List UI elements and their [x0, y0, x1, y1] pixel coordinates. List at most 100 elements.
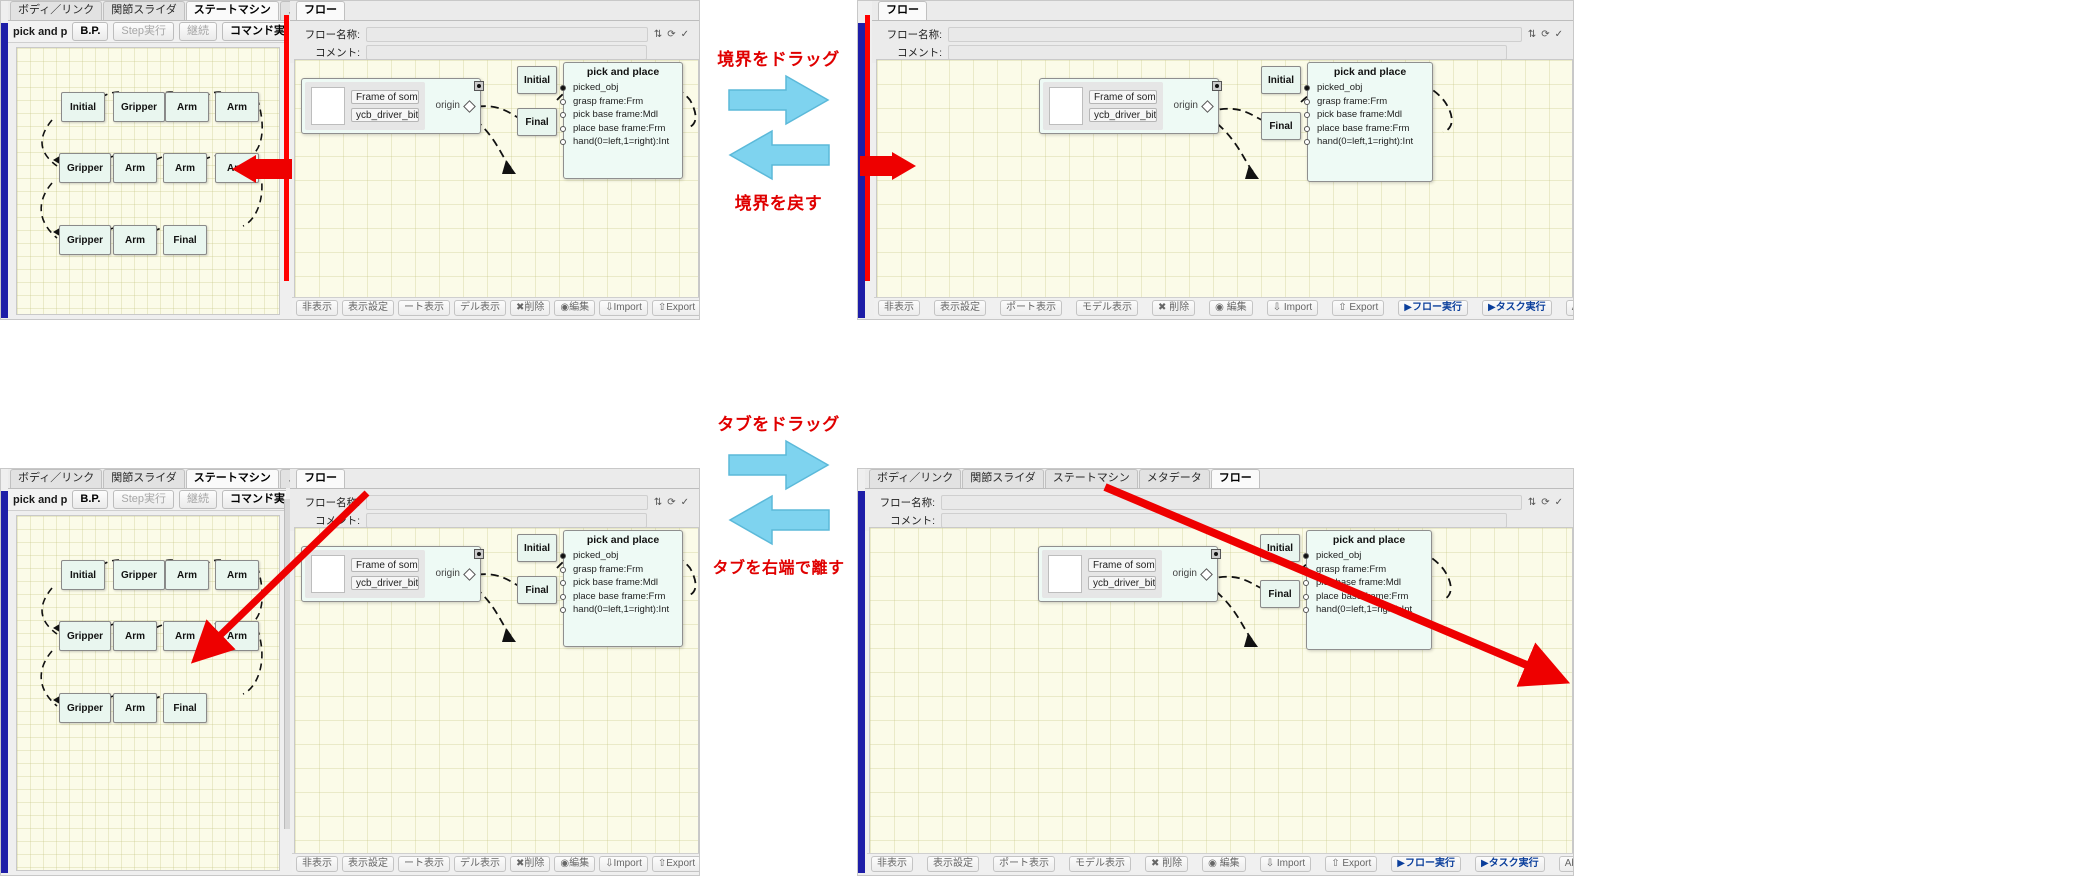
- pick-place-node-2[interactable]: pick and place picked_obj grasp frame:Fr…: [1304, 62, 1433, 182]
- state-node-gripper-2[interactable]: Gripper: [59, 153, 111, 183]
- fb-hide-2[interactable]: 非表示: [878, 299, 920, 316]
- state-node-arm-4[interactable]: Arm: [163, 153, 207, 183]
- tab-joint-slider-3[interactable]: 関節スライダ: [962, 469, 1044, 488]
- flow-comment-input-2[interactable]: [948, 45, 1507, 60]
- state-node-gripper-2b[interactable]: Gripper: [59, 621, 111, 651]
- tab-body-link-3[interactable]: ボディ／リンク: [869, 469, 962, 488]
- state-node-arm-5[interactable]: Arm: [215, 153, 259, 183]
- fb-hide-1[interactable]: 非表示: [296, 299, 338, 316]
- pp-port-hand-1[interactable]: hand(0=left,1=right):Int: [560, 135, 682, 149]
- fb-import-3[interactable]: ⇩Import: [599, 855, 648, 872]
- spinner-icon-2[interactable]: ▲▼: [1156, 109, 1157, 121]
- frame-text-field-4[interactable]: Frame of something: [1088, 558, 1156, 572]
- pp-port-pick-base-2[interactable]: pick base frame:Mdl: [1304, 108, 1432, 122]
- flow-state-final-3[interactable]: Final: [517, 576, 557, 604]
- step-exec-button-2[interactable]: Step実行: [113, 490, 175, 509]
- fb-model-display-4[interactable]: モデル表示: [1069, 855, 1131, 872]
- fb-hide-4[interactable]: 非表示: [871, 855, 913, 872]
- fb-run-task-4[interactable]: ▶タスク実行: [1474, 855, 1545, 872]
- state-node-arm-2[interactable]: Arm: [215, 92, 259, 122]
- fb-display-settings-1[interactable]: 表示設定: [342, 299, 394, 316]
- fb-hide-3[interactable]: 非表示: [296, 855, 338, 872]
- check-icon-1[interactable]: ✓: [681, 29, 689, 40]
- flow-node-frame-1[interactable]: Frame of something ycb_driver_bit ▲▼ ori…: [301, 78, 484, 134]
- fb-delete-4[interactable]: ✖ 削除: [1145, 855, 1189, 872]
- fb-export-1[interactable]: ⇧Export: [651, 299, 699, 316]
- flow-name-input-1[interactable]: [366, 27, 648, 42]
- state-node-initial-2[interactable]: Initial: [61, 560, 105, 590]
- state-node-arm-4b[interactable]: Arm: [163, 621, 207, 651]
- origin-port-4[interactable]: [1200, 568, 1213, 581]
- tab-state-machine[interactable]: ステートマシン: [185, 1, 279, 20]
- frame-text-field-2[interactable]: Frame of something: [1089, 90, 1157, 104]
- image-thumbnail-4[interactable]: [1048, 555, 1082, 593]
- state-node-arm-6[interactable]: Arm: [113, 225, 157, 255]
- fb-port-display-3[interactable]: ート表示: [398, 855, 450, 872]
- fb-edit-2[interactable]: ◉ 編集: [1209, 299, 1253, 316]
- pick-place-node-3[interactable]: pick and place picked_obj grasp frame:Fr…: [560, 530, 683, 647]
- state-node-gripper-1[interactable]: Gripper: [113, 92, 165, 122]
- flow-state-initial-1[interactable]: Initial: [517, 66, 557, 94]
- refresh-icon-2[interactable]: ⟳: [1541, 29, 1549, 40]
- check-icon-2[interactable]: ✓: [1555, 29, 1563, 40]
- fb-export-2[interactable]: ⇧ Export: [1332, 299, 1385, 316]
- fb-export-3[interactable]: ⇧Export: [651, 855, 699, 872]
- driver-select-3[interactable]: ycb_driver_bit ▲▼: [351, 576, 419, 590]
- tab-joint-slider[interactable]: 関節スライダ: [103, 1, 185, 20]
- flow-comment-input-3[interactable]: [366, 513, 647, 528]
- continue-button-2[interactable]: 継続: [179, 490, 218, 509]
- pp-port-hand-3[interactable]: hand(0=left,1=right):Int: [560, 603, 682, 617]
- flow-comment-input-4[interactable]: [941, 513, 1507, 528]
- output-port-2[interactable]: [1212, 81, 1222, 91]
- output-port-1[interactable]: [474, 81, 484, 91]
- pp-port-place-base-3[interactable]: place base frame:Frm: [560, 590, 682, 604]
- fb-delete-2[interactable]: ✖ 削除: [1152, 299, 1196, 316]
- pick-place-node-4[interactable]: pick and place picked_obj grasp frame:Fr…: [1303, 530, 1432, 650]
- fb-edit-1[interactable]: ◉編集: [554, 299, 596, 316]
- state-node-gripper-3[interactable]: Gripper: [59, 225, 111, 255]
- flow-comment-input-1[interactable]: [366, 45, 647, 60]
- refresh-icon-1[interactable]: ⟳: [667, 29, 675, 40]
- output-port-4[interactable]: [1211, 549, 1221, 559]
- check-icon-4[interactable]: ✓: [1555, 497, 1563, 508]
- splitter-highlight-top-left[interactable]: [284, 15, 289, 281]
- state-machine-canvas-2[interactable]: Initial Gripper Arm Arm Gripper Arm Arm …: [16, 515, 280, 871]
- origin-port-1[interactable]: [463, 100, 476, 113]
- state-node-arm-6b[interactable]: Arm: [113, 693, 157, 723]
- tab-state-machine-3[interactable]: ステートマシン: [1044, 469, 1138, 488]
- flow-state-final-4[interactable]: Final: [1260, 580, 1300, 608]
- tab-body-link[interactable]: ボディ／リンク: [10, 1, 103, 20]
- spinner-icon-4[interactable]: ▲▼: [1155, 577, 1156, 589]
- tab-joint-slider-2[interactable]: 関節スライダ: [103, 469, 185, 488]
- pp-port-pick-base-3[interactable]: pick base frame:Mdl: [560, 576, 682, 590]
- fb-port-display-2[interactable]: ポート表示: [1000, 299, 1062, 316]
- fb-run-flow-2[interactable]: ▶フロー実行: [1398, 299, 1468, 316]
- image-thumbnail-1[interactable]: [311, 87, 345, 125]
- fb-import-2[interactable]: ⇩ Import: [1266, 299, 1319, 316]
- refresh-icon-3[interactable]: ⟳: [667, 497, 675, 508]
- fb-display-settings-3[interactable]: 表示設定: [342, 855, 394, 872]
- step-exec-button[interactable]: Step実行: [113, 22, 175, 41]
- tab-flow-1[interactable]: フロー: [296, 1, 345, 20]
- fb-import-4[interactable]: ⇩ Import: [1259, 855, 1312, 872]
- frame-text-field-1[interactable]: Frame of something: [351, 90, 419, 104]
- state-node-arm-3[interactable]: Arm: [113, 153, 157, 183]
- driver-select-4[interactable]: ycb_driver_bit ▲▼: [1088, 576, 1156, 590]
- origin-port-3[interactable]: [463, 568, 476, 581]
- sort-icon-2[interactable]: ⇅: [1528, 29, 1536, 40]
- state-node-final-2[interactable]: Final: [163, 693, 207, 723]
- pp-port-grasp-frame-1[interactable]: grasp frame:Frm: [560, 95, 682, 109]
- pp-port-picked-obj-4[interactable]: picked_obj: [1303, 549, 1431, 563]
- flow-state-initial-3[interactable]: Initial: [517, 534, 557, 562]
- breakpoint-button-2[interactable]: B.P.: [72, 490, 109, 509]
- splitter-highlight-top-right[interactable]: [865, 15, 870, 281]
- state-node-gripper-1b[interactable]: Gripper: [113, 560, 165, 590]
- image-thumbnail-3[interactable]: [311, 555, 345, 593]
- driver-select-1[interactable]: ycb_driver_bit ▲▼: [351, 108, 419, 122]
- fb-port-display-1[interactable]: ート表示: [398, 299, 450, 316]
- flow-name-input-3[interactable]: [366, 495, 648, 510]
- breakpoint-button[interactable]: B.P.: [72, 22, 109, 41]
- flow-state-initial-2[interactable]: Initial: [1261, 66, 1301, 94]
- fb-delete-1[interactable]: ✖削除: [510, 299, 551, 316]
- fb-display-settings-2[interactable]: 表示設定: [934, 299, 986, 316]
